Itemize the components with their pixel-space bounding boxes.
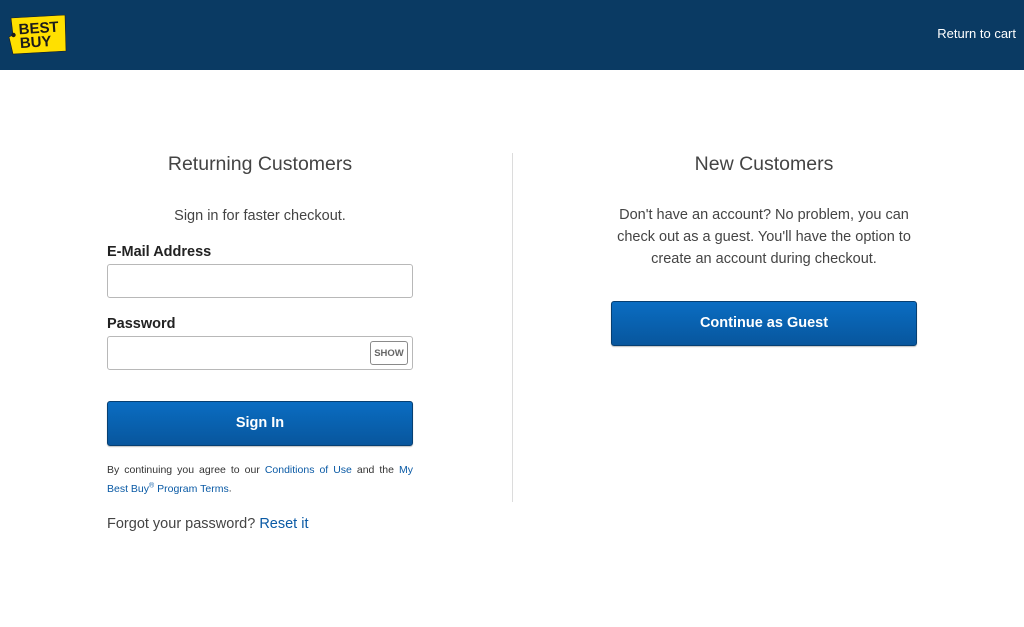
return-to-cart-link[interactable]: Return to cart	[937, 26, 1016, 41]
conditions-of-use-link[interactable]: Conditions of Use	[265, 464, 352, 476]
terms-suffix: .	[228, 482, 232, 495]
reset-password-link[interactable]: Reset it	[259, 516, 308, 532]
returning-customers-title: Returning Customers	[167, 153, 353, 175]
terms-mid: and the	[351, 464, 399, 476]
sign-in-subtitle: Sign in for faster checkout.	[174, 208, 346, 224]
sign-in-button[interactable]: Sign In	[107, 401, 413, 446]
guest-description: Don't have an account? No problem, you c…	[617, 207, 911, 267]
show-password-button[interactable]: SHOW	[370, 341, 408, 365]
site-header: BEST BUY Return to cart	[0, 0, 1024, 70]
password-label: Password	[107, 316, 176, 332]
terms-prefix: By continuing you agree to our	[107, 464, 265, 476]
terms-text: By continuing you agree to our Condition…	[107, 462, 413, 497]
email-field-wrapper	[107, 264, 413, 298]
email-label: E-Mail Address	[107, 244, 212, 260]
column-divider	[512, 153, 513, 502]
new-customers-section: New Customers Don't have an account? No …	[611, 152, 917, 346]
new-customers-title: New Customers	[694, 153, 834, 175]
forgot-password-text: Forgot your password?	[107, 516, 256, 532]
continue-as-guest-button[interactable]: Continue as Guest	[611, 301, 917, 346]
password-field-wrapper: SHOW	[107, 336, 413, 370]
password-field[interactable]	[116, 338, 370, 370]
forgot-password-row: Forgot your password? Reset it	[107, 516, 309, 532]
logo-text-buy: BUY	[19, 33, 52, 52]
returning-customers-section: Returning Customers Sign in for faster c…	[107, 152, 413, 532]
program-terms-text: Program Terms	[154, 482, 229, 495]
email-field[interactable]	[116, 266, 370, 298]
best-buy-logo[interactable]: BEST BUY	[7, 15, 67, 55]
